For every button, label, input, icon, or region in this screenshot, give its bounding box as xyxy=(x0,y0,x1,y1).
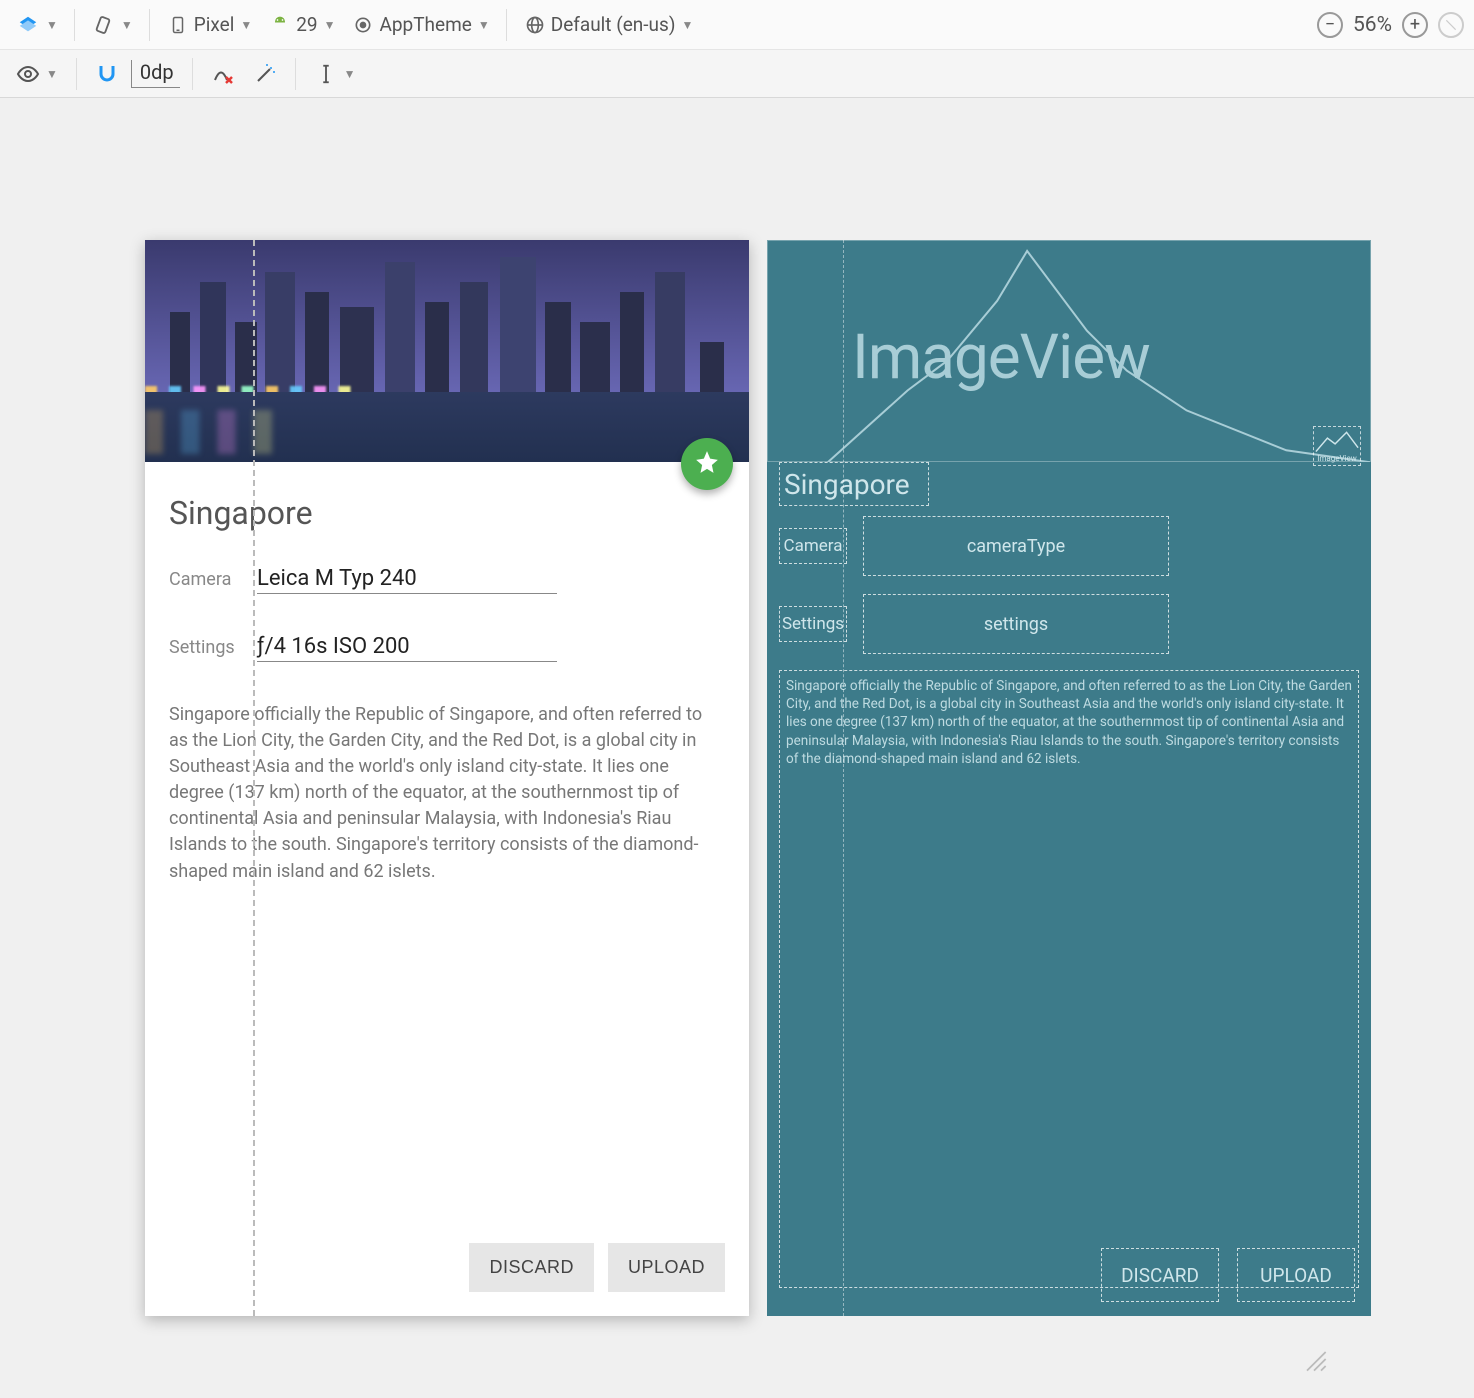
zoom-in-button[interactable]: + xyxy=(1402,12,1428,38)
bp-upload-button[interactable]: UPLOAD xyxy=(1237,1248,1355,1302)
chevron-down-icon: ▼ xyxy=(324,18,336,32)
bp-settings-label[interactable]: Settings xyxy=(779,606,847,642)
device-label: Pixel xyxy=(194,13,235,36)
bp-discard-button[interactable]: DISCARD xyxy=(1101,1248,1219,1302)
discard-button[interactable]: DISCARD xyxy=(469,1243,594,1292)
chevron-down-icon: ▼ xyxy=(681,18,693,32)
resize-handle-icon[interactable] xyxy=(1300,1345,1328,1380)
upload-button[interactable]: UPLOAD xyxy=(608,1243,725,1292)
title-text[interactable]: Singapore xyxy=(169,494,725,532)
dp-value: 0dp xyxy=(140,60,174,84)
layers-icon xyxy=(16,13,40,37)
locale-dropdown[interactable]: Default (en-us) ▼ xyxy=(517,9,700,41)
clear-constraints-button[interactable] xyxy=(205,58,241,90)
bp-imageview[interactable]: ImageView xyxy=(767,240,1371,462)
chevron-down-icon: ▼ xyxy=(121,18,133,32)
toolbar-separator xyxy=(192,58,193,90)
bp-description-text[interactable]: Singapore officially the Republic of Sin… xyxy=(779,670,1359,1288)
phone-icon xyxy=(166,13,190,37)
bp-title-text[interactable]: Singapore xyxy=(779,462,929,506)
bp-imageview-label: ImageView xyxy=(852,321,1150,394)
design-preview[interactable]: Singapore Camera Leica M Typ 240 Setting… xyxy=(145,240,749,1316)
chevron-down-icon: ▼ xyxy=(46,18,58,32)
zoom-level: 56% xyxy=(1353,13,1392,37)
secondary-toolbar: ▼ 0dp ▼ xyxy=(0,50,1474,98)
theme-label: AppTheme xyxy=(379,13,471,36)
android-icon xyxy=(268,13,292,37)
magnet-toggle[interactable] xyxy=(89,58,125,90)
guideline-icon xyxy=(314,62,338,86)
description-text[interactable]: Singapore officially the Republic of Sin… xyxy=(169,702,725,885)
api-label: 29 xyxy=(296,13,317,36)
primary-toolbar: ▼ ▼ Pixel ▼ 29 ▼ AppTheme ▼ Default xyxy=(0,0,1474,50)
camera-label: Camera xyxy=(169,569,243,590)
design-surface-dropdown[interactable]: ▼ xyxy=(10,9,64,41)
toolbar-separator xyxy=(74,9,75,41)
chevron-down-icon: ▼ xyxy=(478,18,490,32)
zoom-out-button[interactable]: − xyxy=(1317,12,1343,38)
bp-margin-guideline xyxy=(843,240,844,1316)
design-canvas[interactable]: Singapore Camera Leica M Typ 240 Setting… xyxy=(0,98,1474,1396)
infer-constraints-button[interactable] xyxy=(247,58,283,90)
locale-label: Default (en-us) xyxy=(551,13,676,36)
toolbar-separator xyxy=(149,9,150,41)
chevron-down-icon: ▼ xyxy=(46,67,58,81)
orientation-dropdown[interactable]: ▼ xyxy=(85,9,139,41)
eye-icon xyxy=(16,62,40,86)
header-image[interactable] xyxy=(145,240,749,462)
blueprint-preview[interactable]: ImageView ImageView Singapore Camera cam… xyxy=(767,240,1371,1316)
device-dropdown[interactable]: Pixel ▼ xyxy=(160,9,258,41)
magnet-icon xyxy=(95,62,119,86)
theme-dropdown[interactable]: AppTheme ▼ xyxy=(345,9,495,41)
wand-icon xyxy=(253,62,277,86)
favorite-fab[interactable] xyxy=(681,438,733,490)
toolbar-separator xyxy=(506,9,507,41)
zoom-fit-button[interactable] xyxy=(1438,12,1464,38)
default-margin-input[interactable]: 0dp xyxy=(131,60,180,88)
toolbar-separator xyxy=(295,58,296,90)
rotate-icon xyxy=(91,13,115,37)
clear-constraints-icon xyxy=(211,62,235,86)
star-icon xyxy=(694,449,720,479)
settings-label: Settings xyxy=(169,637,243,658)
bp-fab-placeholder[interactable]: ImageView xyxy=(1313,426,1361,466)
settings-input[interactable]: ƒ/4 16s ISO 200 xyxy=(257,634,557,662)
toolbar-separator xyxy=(76,58,77,90)
chevron-down-icon: ▼ xyxy=(344,67,356,81)
guidelines-dropdown[interactable]: ▼ xyxy=(308,58,362,90)
bp-camera-label[interactable]: Camera xyxy=(779,528,847,564)
chevron-down-icon: ▼ xyxy=(240,18,252,32)
view-options-dropdown[interactable]: ▼ xyxy=(10,58,64,90)
camera-input[interactable]: Leica M Typ 240 xyxy=(257,566,557,594)
bp-settings-input[interactable]: settings xyxy=(863,594,1169,654)
theme-icon xyxy=(351,13,375,37)
globe-icon xyxy=(523,13,547,37)
bp-camera-input[interactable]: cameraType xyxy=(863,516,1169,576)
api-level-dropdown[interactable]: 29 ▼ xyxy=(262,9,341,41)
